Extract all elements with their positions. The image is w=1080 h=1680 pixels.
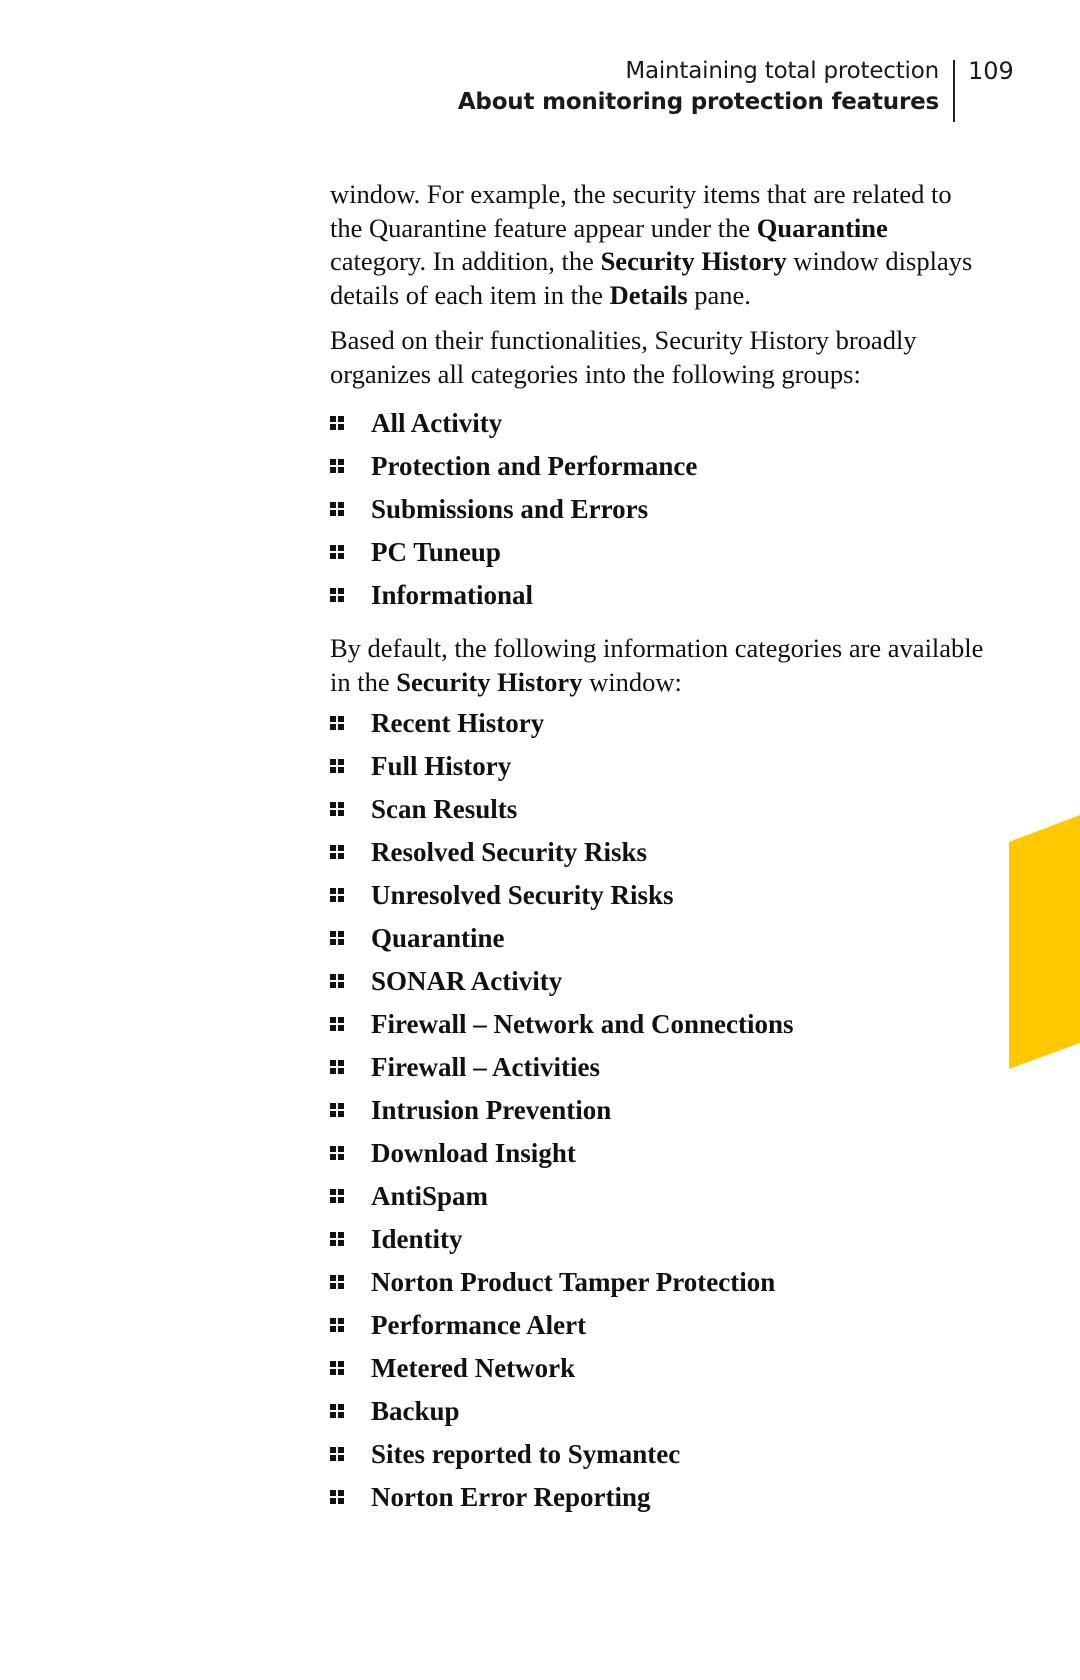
section-title: About monitoring protection features bbox=[457, 89, 939, 115]
square-bullet-icon bbox=[330, 716, 344, 730]
list-item: Resolved Security Risks bbox=[330, 832, 990, 875]
list-item: Norton Product Tamper Protection bbox=[330, 1262, 990, 1305]
list-item-label: Sites reported to Symantec bbox=[371, 1439, 681, 1469]
list-item: All Activity bbox=[330, 403, 990, 446]
list-item-label: Intrusion Prevention bbox=[371, 1095, 612, 1125]
categories-list: Recent History Full History Scan Results Re… bbox=[330, 703, 990, 1520]
square-bullet-icon bbox=[330, 1404, 344, 1418]
list-item-label: Firewall – Network and Connections bbox=[371, 1009, 794, 1039]
square-bullet-icon bbox=[330, 588, 344, 602]
square-bullet-icon bbox=[330, 459, 344, 473]
list-item: Scan Results bbox=[330, 789, 990, 832]
list-item-label: Metered Network bbox=[371, 1353, 576, 1383]
list-item: PC Tuneup bbox=[330, 532, 990, 575]
text-run: category. In addition, the bbox=[330, 246, 601, 276]
list-item: Quarantine bbox=[330, 918, 990, 961]
square-bullet-icon bbox=[330, 1017, 344, 1031]
list-item-label: Norton Error Reporting bbox=[371, 1482, 651, 1512]
text-run: pane. bbox=[687, 279, 751, 310]
list-item: Informational bbox=[330, 575, 990, 618]
bold-term: Security History bbox=[600, 246, 787, 276]
square-bullet-icon bbox=[330, 888, 344, 902]
text-run: window: bbox=[582, 666, 682, 697]
list-item-label: Firewall – Activities bbox=[371, 1052, 600, 1082]
square-bullet-icon bbox=[330, 1318, 344, 1332]
list-item-label: Download Insight bbox=[371, 1138, 576, 1168]
list-item-label: Recent History bbox=[371, 708, 545, 738]
square-bullet-icon bbox=[330, 545, 344, 559]
list-item: Full History bbox=[330, 746, 990, 789]
chapter-tab-marker bbox=[1009, 815, 1080, 1069]
square-bullet-icon bbox=[330, 845, 344, 859]
chapter-title: Maintaining total protection bbox=[625, 58, 939, 84]
square-bullet-icon bbox=[330, 416, 344, 430]
categories-intro-paragraph: By default, the following information ca… bbox=[330, 632, 990, 699]
list-item-label: PC Tuneup bbox=[371, 537, 501, 567]
list-item-label: Norton Product Tamper Protection bbox=[371, 1267, 776, 1297]
list-item-label: All Activity bbox=[371, 408, 503, 438]
list-item: Recent History bbox=[330, 703, 990, 746]
square-bullet-icon bbox=[330, 1232, 344, 1246]
bold-term: Details bbox=[609, 279, 688, 310]
list-item-label: Performance Alert bbox=[371, 1310, 587, 1340]
list-item-label: Informational bbox=[371, 580, 533, 610]
bold-term: Security History bbox=[396, 666, 583, 697]
square-bullet-icon bbox=[330, 1275, 344, 1289]
list-item: Intrusion Prevention bbox=[330, 1090, 990, 1133]
square-bullet-icon bbox=[330, 1189, 344, 1203]
list-item: Norton Error Reporting bbox=[330, 1477, 990, 1520]
list-item: Firewall – Network and Connections bbox=[330, 1004, 990, 1047]
groups-list: All Activity Protection and Performance Su… bbox=[330, 403, 990, 618]
list-item-label: Protection and Performance bbox=[371, 451, 698, 481]
page-body: window. For example, the security items … bbox=[330, 178, 990, 1534]
intro-paragraph: window. For example, the security items … bbox=[330, 178, 990, 312]
chapter-tab-shape bbox=[1009, 815, 1080, 1069]
list-item-label: Unresolved Security Risks bbox=[371, 880, 674, 910]
list-item: AntiSpam bbox=[330, 1176, 990, 1219]
square-bullet-icon bbox=[330, 1361, 344, 1375]
list-item-label: Identity bbox=[371, 1224, 463, 1254]
square-bullet-icon bbox=[330, 1146, 344, 1160]
square-bullet-icon bbox=[330, 974, 344, 988]
list-item: Firewall – Activities bbox=[330, 1047, 990, 1090]
list-item: Unresolved Security Risks bbox=[330, 875, 990, 918]
list-item: Metered Network bbox=[330, 1348, 990, 1391]
square-bullet-icon bbox=[330, 1490, 344, 1504]
header-divider bbox=[953, 60, 955, 122]
list-item: Identity bbox=[330, 1219, 990, 1262]
list-item-label: AntiSpam bbox=[371, 1181, 489, 1211]
list-item: Protection and Performance bbox=[330, 446, 990, 489]
list-item-label: Submissions and Errors bbox=[371, 494, 649, 524]
list-item-label: Backup bbox=[371, 1396, 460, 1426]
square-bullet-icon bbox=[330, 1447, 344, 1461]
running-header: Maintaining total protection About monit… bbox=[458, 56, 939, 118]
list-item-label: SONAR Activity bbox=[371, 966, 563, 996]
list-item-label: Quarantine bbox=[371, 923, 505, 953]
list-item: Submissions and Errors bbox=[330, 489, 990, 532]
list-item: Backup bbox=[330, 1391, 990, 1434]
text-run: Based on their functionalities, Security… bbox=[330, 325, 917, 389]
square-bullet-icon bbox=[330, 1060, 344, 1074]
bold-term: Quarantine bbox=[756, 212, 888, 243]
page-number: 109 bbox=[968, 57, 1014, 85]
list-item-label: Scan Results bbox=[371, 794, 518, 824]
groups-intro-paragraph: Based on their functionalities, Security… bbox=[330, 324, 990, 391]
list-item: SONAR Activity bbox=[330, 961, 990, 1004]
square-bullet-icon bbox=[330, 502, 344, 516]
list-item-label: Full History bbox=[371, 751, 512, 781]
list-item-label: Resolved Security Risks bbox=[371, 837, 647, 867]
list-item: Download Insight bbox=[330, 1133, 990, 1176]
square-bullet-icon bbox=[330, 759, 344, 773]
list-item: Sites reported to Symantec bbox=[330, 1434, 990, 1477]
square-bullet-icon bbox=[330, 802, 344, 816]
list-item: Performance Alert bbox=[330, 1305, 990, 1348]
square-bullet-icon bbox=[330, 931, 344, 945]
square-bullet-icon bbox=[330, 1103, 344, 1117]
